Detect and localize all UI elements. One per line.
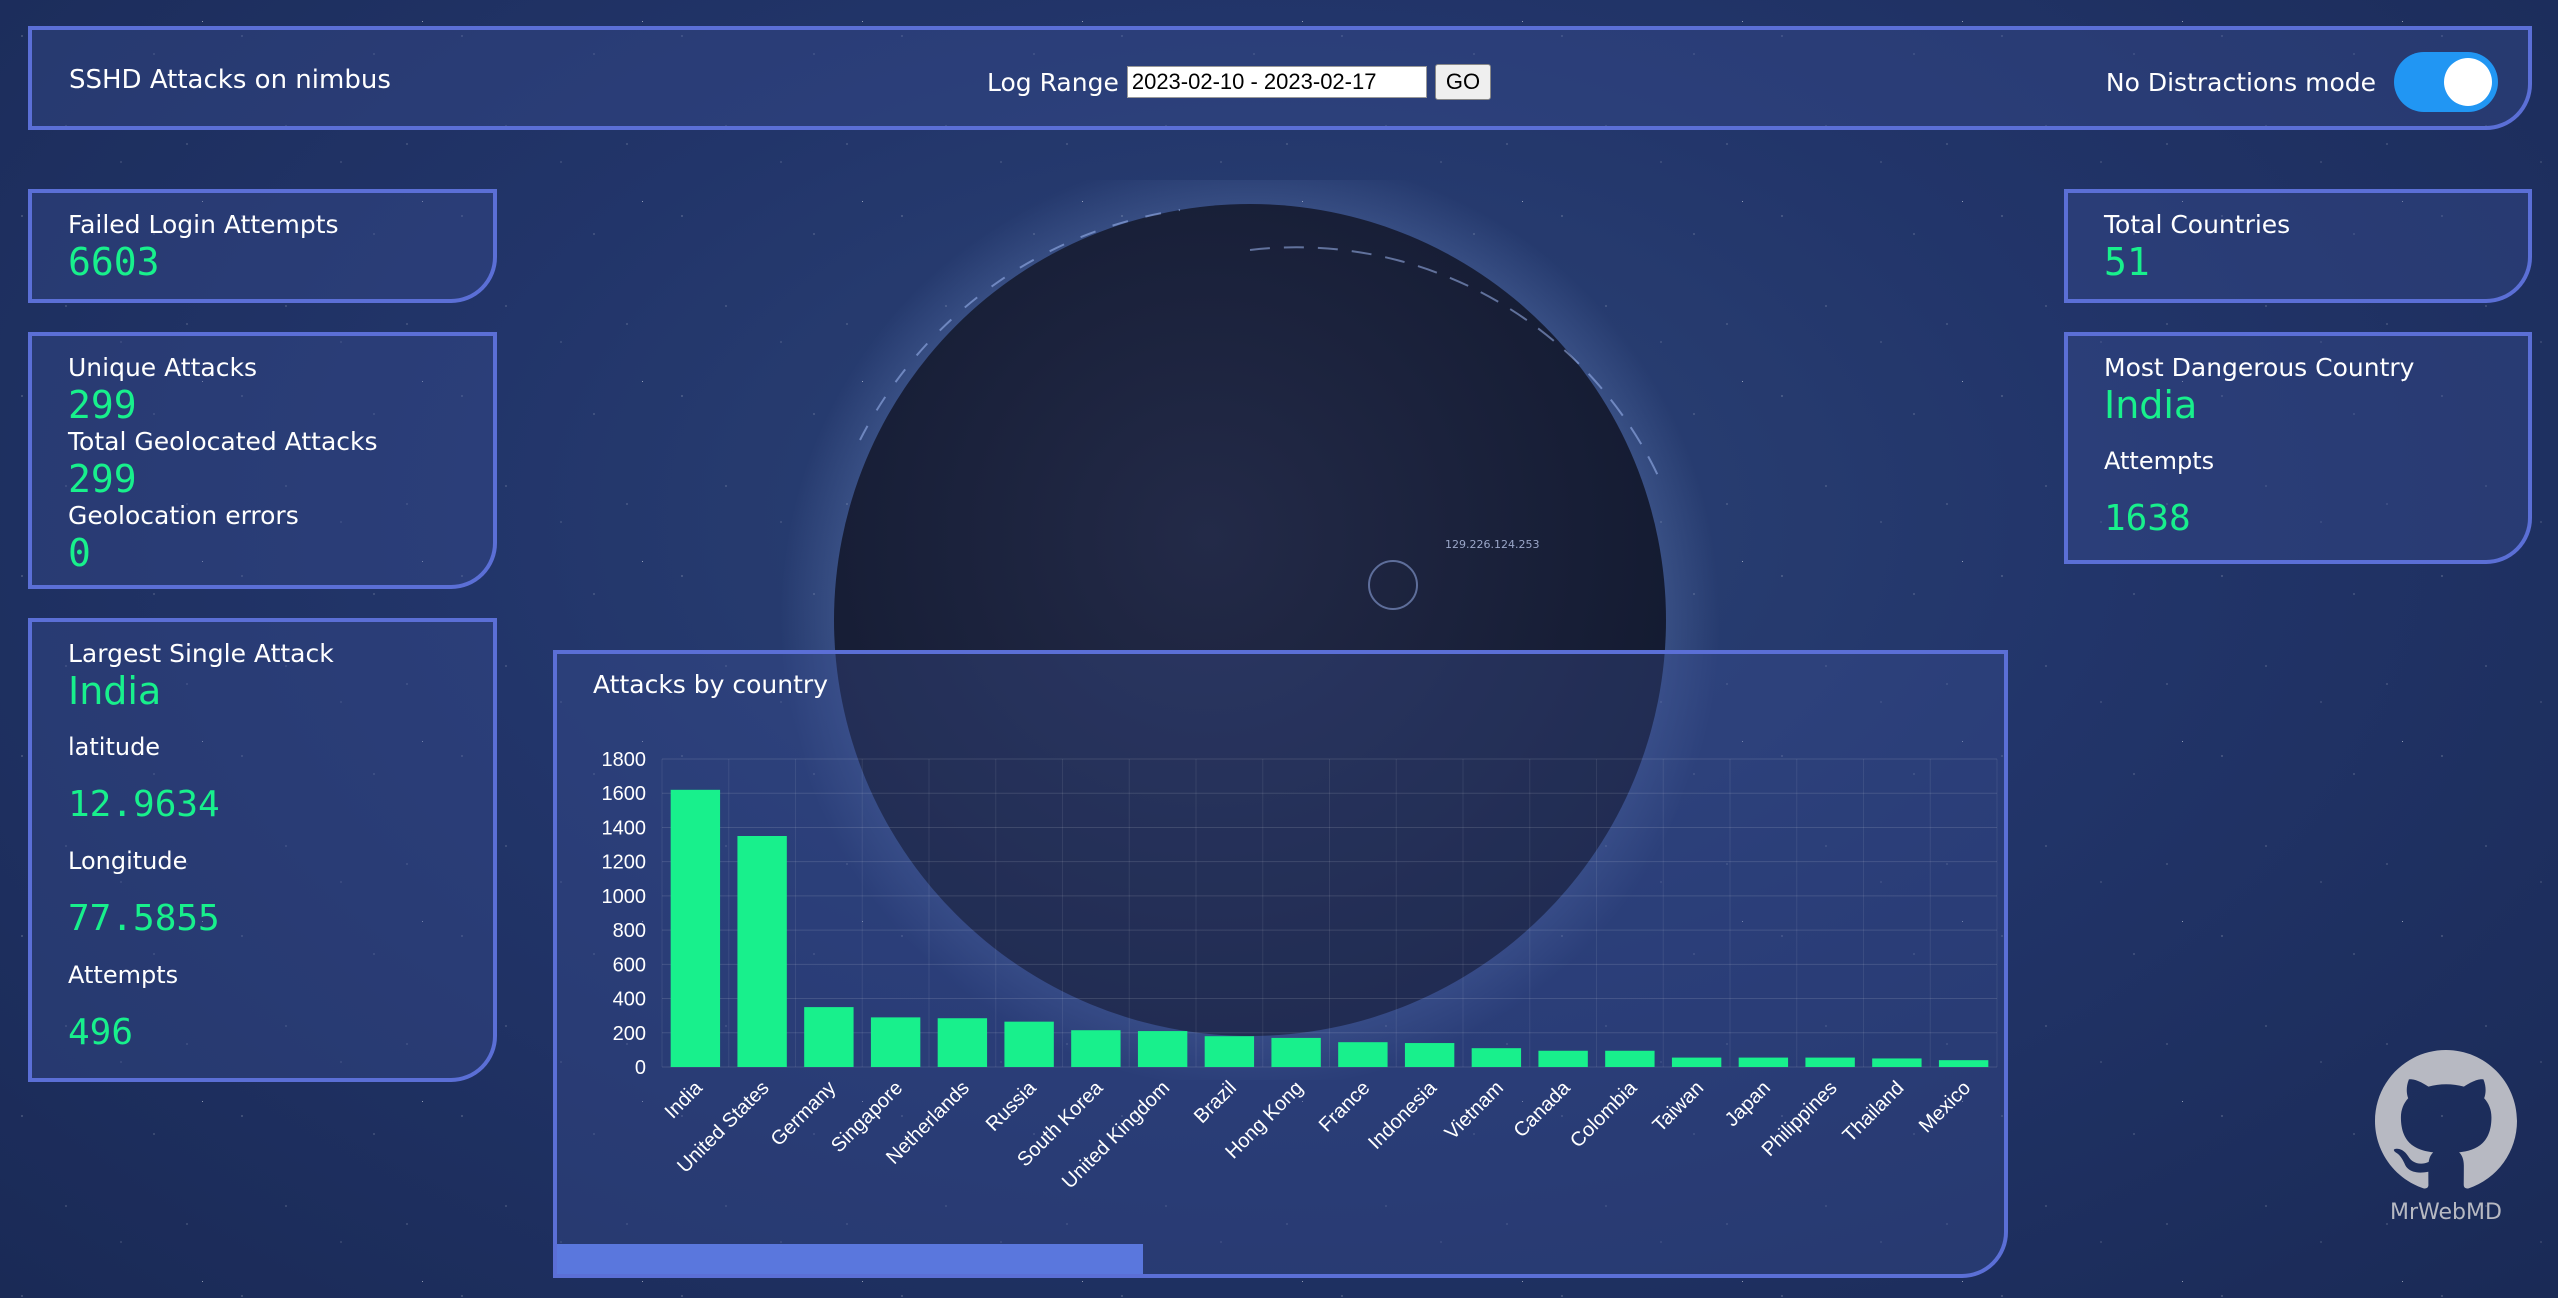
longitude-value: 77.5855 (68, 898, 220, 939)
largest-attack-country: India (68, 669, 162, 713)
x-tick-label: Vietnam (1441, 1077, 1508, 1144)
x-tick-label: Brazil (1190, 1077, 1241, 1128)
unique-attacks-value: 299 (68, 383, 137, 427)
x-tick-label: Thailand (1839, 1077, 1909, 1147)
x-tick-label: India (661, 1076, 708, 1123)
x-tick-label: Mexico (1915, 1077, 1975, 1137)
page-title: SSHD Attacks on nimbus (69, 65, 391, 95)
y-tick-label: 1000 (602, 886, 647, 908)
dangerous-attempts-label: Attempts (2104, 447, 2215, 475)
largest-attack-label: Largest Single Attack (68, 639, 334, 668)
dangerous-country-card: Most Dangerous Country India Attempts 16… (2064, 332, 2532, 564)
y-tick-label: 1400 (602, 817, 647, 839)
total-countries-label: Total Countries (2104, 210, 2291, 239)
bar-canada[interactable] (1538, 1050, 1588, 1067)
go-button[interactable]: GO (1434, 64, 1492, 100)
attacks-card: Unique Attacks 299 Total Geolocated Atta… (28, 332, 497, 589)
bar-singapore[interactable] (870, 1017, 921, 1067)
y-tick-label: 200 (613, 1023, 646, 1045)
bar-france[interactable] (1338, 1042, 1388, 1067)
y-tick-label: 600 (613, 954, 646, 976)
unique-attacks-label: Unique Attacks (68, 353, 257, 382)
bar-united-states[interactable] (737, 836, 787, 1067)
chart-scrollbar[interactable] (557, 1244, 1143, 1274)
github-link[interactable]: MrWebMD (2375, 1050, 2517, 1225)
github-icon (2375, 1050, 2517, 1189)
dangerous-country-label: Most Dangerous Country (2104, 353, 2415, 382)
github-username: MrWebMD (2390, 1200, 2502, 1225)
geolocation-errors-value: 0 (68, 531, 91, 575)
toggle-knob (2444, 58, 2492, 106)
y-tick-label: 1200 (602, 852, 647, 874)
geolocation-errors-label: Geolocation errors (68, 501, 299, 530)
x-tick-label: Canada (1510, 1076, 1576, 1142)
y-tick-label: 800 (613, 920, 646, 942)
x-tick-label: Colombia (1566, 1076, 1642, 1152)
bar-colombia[interactable] (1605, 1050, 1655, 1067)
bar-brazil[interactable] (1204, 1036, 1255, 1067)
x-tick-label: Indonesia (1364, 1076, 1442, 1154)
total-countries-value: 51 (2104, 240, 2150, 284)
bar-south-korea[interactable] (1071, 1030, 1121, 1067)
globe-ip-label: 129.226.124.253 (1445, 538, 1539, 551)
bar-germany[interactable] (804, 1007, 854, 1067)
bar-philippines[interactable] (1805, 1057, 1855, 1067)
largest-attempts-value: 496 (68, 1012, 134, 1053)
bar-netherlands[interactable] (937, 1018, 988, 1067)
failed-login-value: 6603 (68, 240, 160, 284)
largest-attack-card: Largest Single Attack India latitude 12.… (28, 618, 497, 1082)
bar-japan[interactable] (1738, 1057, 1789, 1067)
no-distractions-label: No Distractions mode (2105, 67, 2376, 97)
bar-hong-kong[interactable] (1271, 1037, 1321, 1067)
failed-login-label: Failed Login Attempts (68, 210, 339, 239)
bar-india[interactable] (670, 789, 721, 1067)
log-range-label: Log Range (987, 67, 1119, 97)
latitude-value: 12.9634 (68, 784, 220, 825)
longitude-label: Longitude (68, 847, 188, 875)
y-tick-label: 1800 (602, 749, 647, 771)
top-bar: SSHD Attacks on nimbus Log Range GO No D… (28, 26, 2532, 130)
no-distractions-control: No Distractions mode (2106, 52, 2498, 112)
attacks-chart: 020040060080010001200140016001800IndiaUn… (602, 749, 1998, 1193)
bar-thailand[interactable] (1872, 1058, 1922, 1067)
bar-united-kingdom[interactable] (1137, 1031, 1188, 1067)
bar-russia[interactable] (1004, 1021, 1054, 1067)
x-tick-label: France (1315, 1077, 1375, 1137)
log-range: Log Range GO (987, 64, 1492, 100)
latitude-label: latitude (68, 733, 161, 761)
x-tick-label: Japan (1721, 1077, 1775, 1131)
failed-login-card: Failed Login Attempts 6603 (28, 189, 497, 303)
attacks-chart-panel: Attacks by country 0 200 400 600 800 1000 1200… (553, 650, 2008, 1278)
dangerous-country-value: India (2104, 383, 2198, 427)
y-tick-label: 0 (635, 1057, 646, 1079)
log-range-input[interactable] (1126, 66, 1427, 98)
x-tick-label: Russia (982, 1076, 1041, 1135)
no-distractions-toggle[interactable] (2394, 52, 2498, 112)
y-tick-label: 400 (613, 989, 646, 1011)
y-tick-label: 1600 (602, 783, 647, 805)
bar-taiwan[interactable] (1671, 1057, 1722, 1067)
x-tick-label: Taiwan (1649, 1077, 1709, 1137)
bar-vietnam[interactable] (1471, 1048, 1522, 1067)
geolocated-attacks-value: 299 (68, 457, 137, 501)
dangerous-attempts-value: 1638 (2104, 498, 2191, 539)
bar-mexico[interactable] (1938, 1060, 1989, 1067)
largest-attempts-label: Attempts (68, 961, 179, 989)
bar-indonesia[interactable] (1404, 1043, 1455, 1067)
total-countries-card: Total Countries 51 (2064, 189, 2532, 303)
geolocated-attacks-label: Total Geolocated Attacks (68, 427, 378, 456)
